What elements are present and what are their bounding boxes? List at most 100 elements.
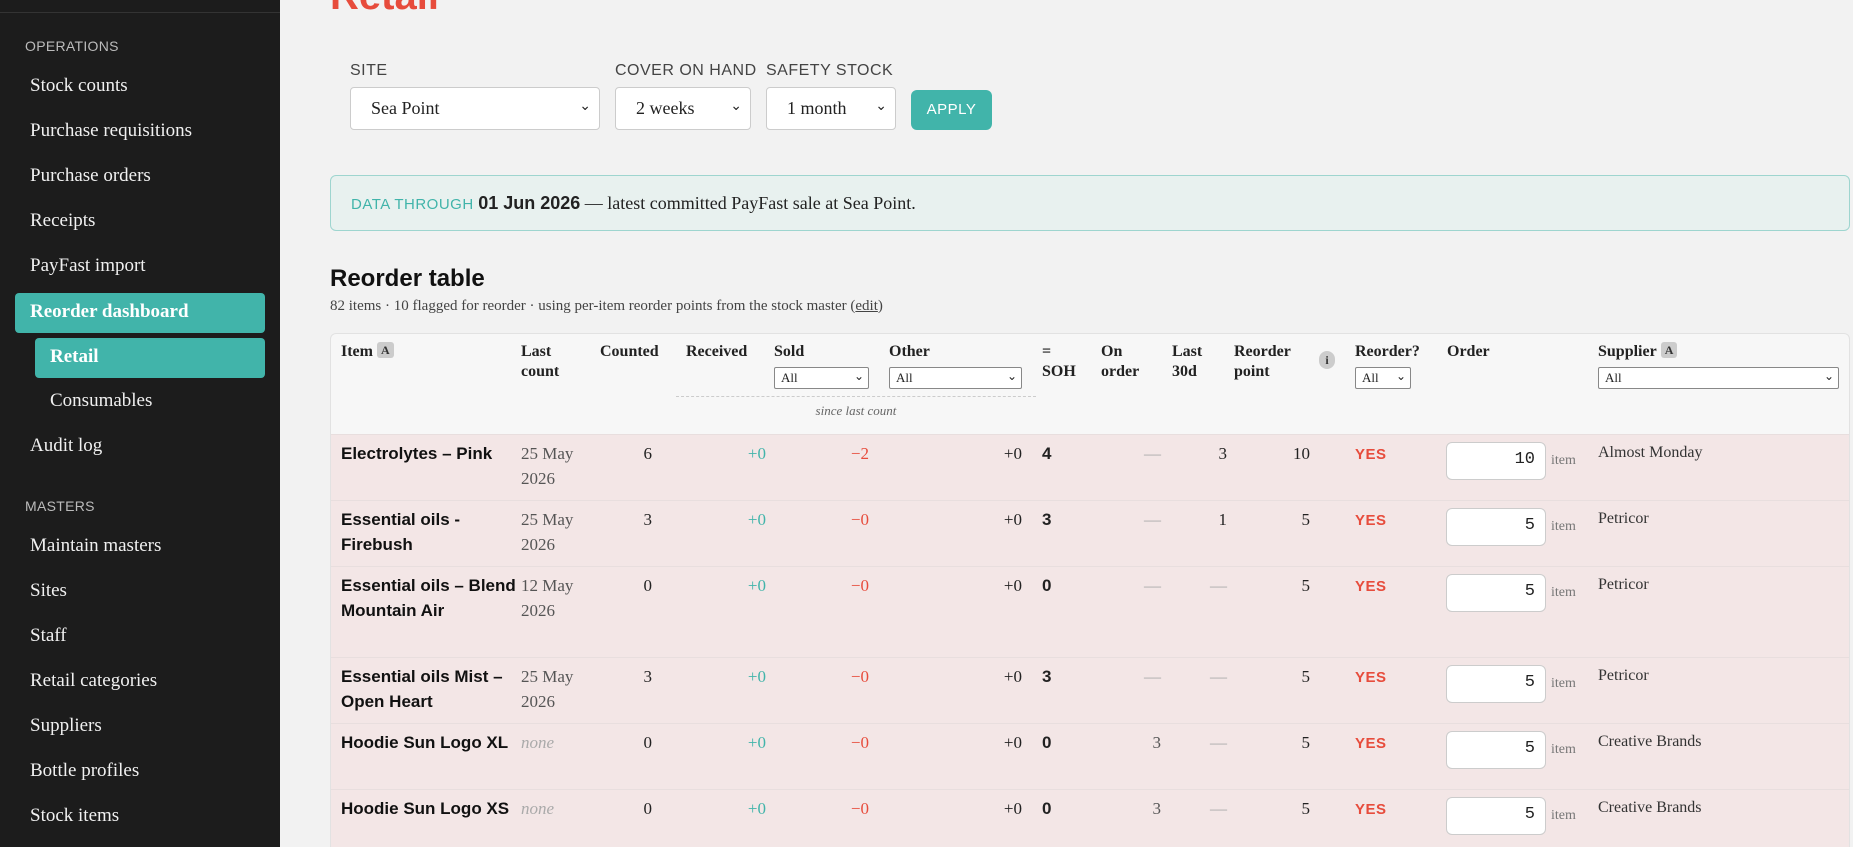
cell-received: +0 (747, 799, 766, 818)
header-soh-line1: = (1042, 343, 1052, 360)
cover-on-hand-value: 2 weeks (636, 98, 695, 118)
sidebar-item-purchase-orders[interactable]: Purchase orders (30, 165, 151, 187)
header-on-order-line2: order (1101, 363, 1140, 380)
sidebar-item-purchase-requisitions[interactable]: Purchase requisitions (30, 120, 192, 142)
table-row: Hoodie Sun Logo XL none 0 +0 −0 +0 0 3 —… (331, 723, 1849, 789)
header-reorder-point-line1: Reorder (1234, 343, 1291, 360)
sidebar-item-stock-counts[interactable]: Stock counts (30, 75, 128, 97)
edit-link[interactable]: edit (855, 298, 878, 314)
reorder-filter-select[interactable]: All ⌄ (1355, 367, 1411, 389)
table-row: Essential oils - Firebush 25 May 2026 3 … (331, 500, 1849, 566)
sidebar-item-receipts[interactable]: Receipts (30, 210, 95, 232)
cell-reorder-flag: YES (1355, 801, 1387, 818)
sidebar-item-bottle-profiles[interactable]: Bottle profiles (30, 760, 139, 782)
cell-on-order: 3 (1152, 799, 1162, 818)
cell-supplier: Petricor (1598, 510, 1649, 527)
chevron-down-icon: ⌄ (579, 98, 591, 114)
cell-received: +0 (747, 510, 766, 529)
cell-item[interactable]: Electrolytes – Pink (341, 441, 516, 466)
sidebar-item-retail-categories[interactable]: Retail categories (30, 670, 157, 692)
cell-last-count: none (521, 733, 555, 752)
cell-item[interactable]: Essential oils – Blend Mountain Air (341, 573, 516, 623)
cell-last-30d: — (1210, 799, 1227, 818)
other-filter-select[interactable]: All ⌄ (889, 367, 1022, 389)
safety-stock-label: SAFETY STOCK (766, 62, 894, 79)
order-unit: item (1551, 453, 1576, 468)
order-quantity-input[interactable]: 5 (1446, 574, 1546, 612)
sold-filter-select[interactable]: All ⌄ (774, 367, 869, 389)
cell-sold: −0 (850, 733, 869, 752)
order-quantity-input[interactable]: 5 (1446, 731, 1546, 769)
cell-item[interactable]: Hoodie Sun Logo XS (341, 796, 516, 821)
cell-reorder-point: 5 (1301, 510, 1311, 529)
cell-last-30d: 3 (1218, 444, 1228, 463)
cell-item[interactable]: Essential oils Mist – Open Heart (341, 664, 516, 714)
cell-reorder-point: 5 (1301, 667, 1311, 686)
order-quantity-input[interactable]: 5 (1446, 797, 1546, 835)
sidebar-subitem-retail[interactable]: Retail (35, 338, 265, 378)
header-order: Order (1447, 343, 1490, 360)
header-supplier[interactable]: Supplier A (1598, 342, 1678, 362)
sidebar-subitem-consumables[interactable]: Consumables (50, 390, 152, 412)
chevron-down-icon: ⌄ (853, 369, 864, 383)
cell-soh: 0 (1042, 799, 1052, 818)
cell-soh: 3 (1042, 510, 1052, 529)
info-icon[interactable]: i (1319, 351, 1335, 369)
cell-sold: −0 (850, 799, 869, 818)
cell-item[interactable]: Essential oils - Firebush (341, 507, 516, 557)
data-through-label: DATA THROUGH (351, 196, 474, 213)
apply-button[interactable]: APPLY (911, 90, 992, 130)
reorder-subtitle-text: 82 items · 10 flagged for reorder · usin… (330, 298, 856, 314)
sold-filter-value: All (781, 370, 798, 385)
header-last-30d-line1: Last (1172, 343, 1203, 360)
sidebar-item-sites[interactable]: Sites (30, 580, 67, 602)
reorder-table-title: Reorder table (330, 265, 485, 292)
sidebar: OPERATIONS Stock counts Purchase requisi… (0, 0, 280, 847)
header-other: Other (889, 343, 930, 360)
header-sold: Sold (774, 343, 805, 360)
header-soh-line2: SOH (1042, 363, 1076, 380)
page-title: Retail (330, 0, 439, 19)
reorder-subtitle-close: ) (877, 298, 883, 314)
sort-badge[interactable]: A (1660, 342, 1678, 358)
cell-counted: 0 (643, 576, 653, 595)
cover-on-hand-select[interactable]: 2 weeks ⌄ (615, 87, 751, 130)
cell-last-count: 25 May 2026 (521, 510, 574, 554)
cell-received: +0 (747, 576, 766, 595)
cell-sold: −0 (850, 576, 869, 595)
site-select[interactable]: Sea Point ⌄ (350, 87, 600, 130)
cell-reorder-flag: YES (1355, 735, 1387, 752)
cell-last-30d: — (1210, 667, 1227, 686)
cell-soh: 3 (1042, 667, 1052, 686)
supplier-filter-select[interactable]: All ⌄ (1598, 367, 1839, 389)
data-through-date: 01 Jun 2026 (478, 193, 581, 213)
sidebar-item-staff[interactable]: Staff (30, 625, 67, 647)
sort-badge[interactable]: A (376, 342, 394, 358)
cell-last-30d: 1 (1218, 510, 1228, 529)
cell-counted: 3 (643, 510, 653, 529)
safety-stock-select[interactable]: 1 month ⌄ (766, 87, 896, 130)
order-quantity-input[interactable]: 5 (1446, 665, 1546, 703)
cell-other: +0 (1003, 667, 1022, 686)
sidebar-item-stock-items[interactable]: Stock items (30, 805, 119, 827)
reorder-filter-value: All (1362, 370, 1379, 385)
sidebar-divider (0, 12, 280, 13)
cell-other: +0 (1003, 444, 1022, 463)
header-soh: = SOH (1042, 342, 1076, 382)
order-quantity-input[interactable]: 5 (1446, 508, 1546, 546)
cell-sold: −2 (850, 444, 869, 463)
header-item[interactable]: Item A (341, 342, 394, 362)
sidebar-item-audit-log[interactable]: Audit log (30, 435, 102, 457)
cell-received: +0 (747, 667, 766, 686)
header-last-count-line1: Last (521, 343, 552, 360)
sidebar-item-payfast-import[interactable]: PayFast import (30, 255, 146, 277)
cell-on-order: — (1144, 576, 1161, 595)
table-row: Hoodie Sun Logo XS none 0 +0 −0 +0 0 3 —… (331, 789, 1849, 847)
sidebar-item-suppliers[interactable]: Suppliers (30, 715, 102, 737)
cell-item[interactable]: Hoodie Sun Logo XL (341, 730, 516, 755)
header-received: Received (686, 343, 748, 360)
sidebar-item-maintain-masters[interactable]: Maintain masters (30, 535, 161, 557)
since-last-count-caption: since last count (676, 396, 1036, 419)
sidebar-item-reorder-dashboard[interactable]: Reorder dashboard (15, 293, 265, 333)
order-quantity-input[interactable]: 10 (1446, 442, 1546, 480)
